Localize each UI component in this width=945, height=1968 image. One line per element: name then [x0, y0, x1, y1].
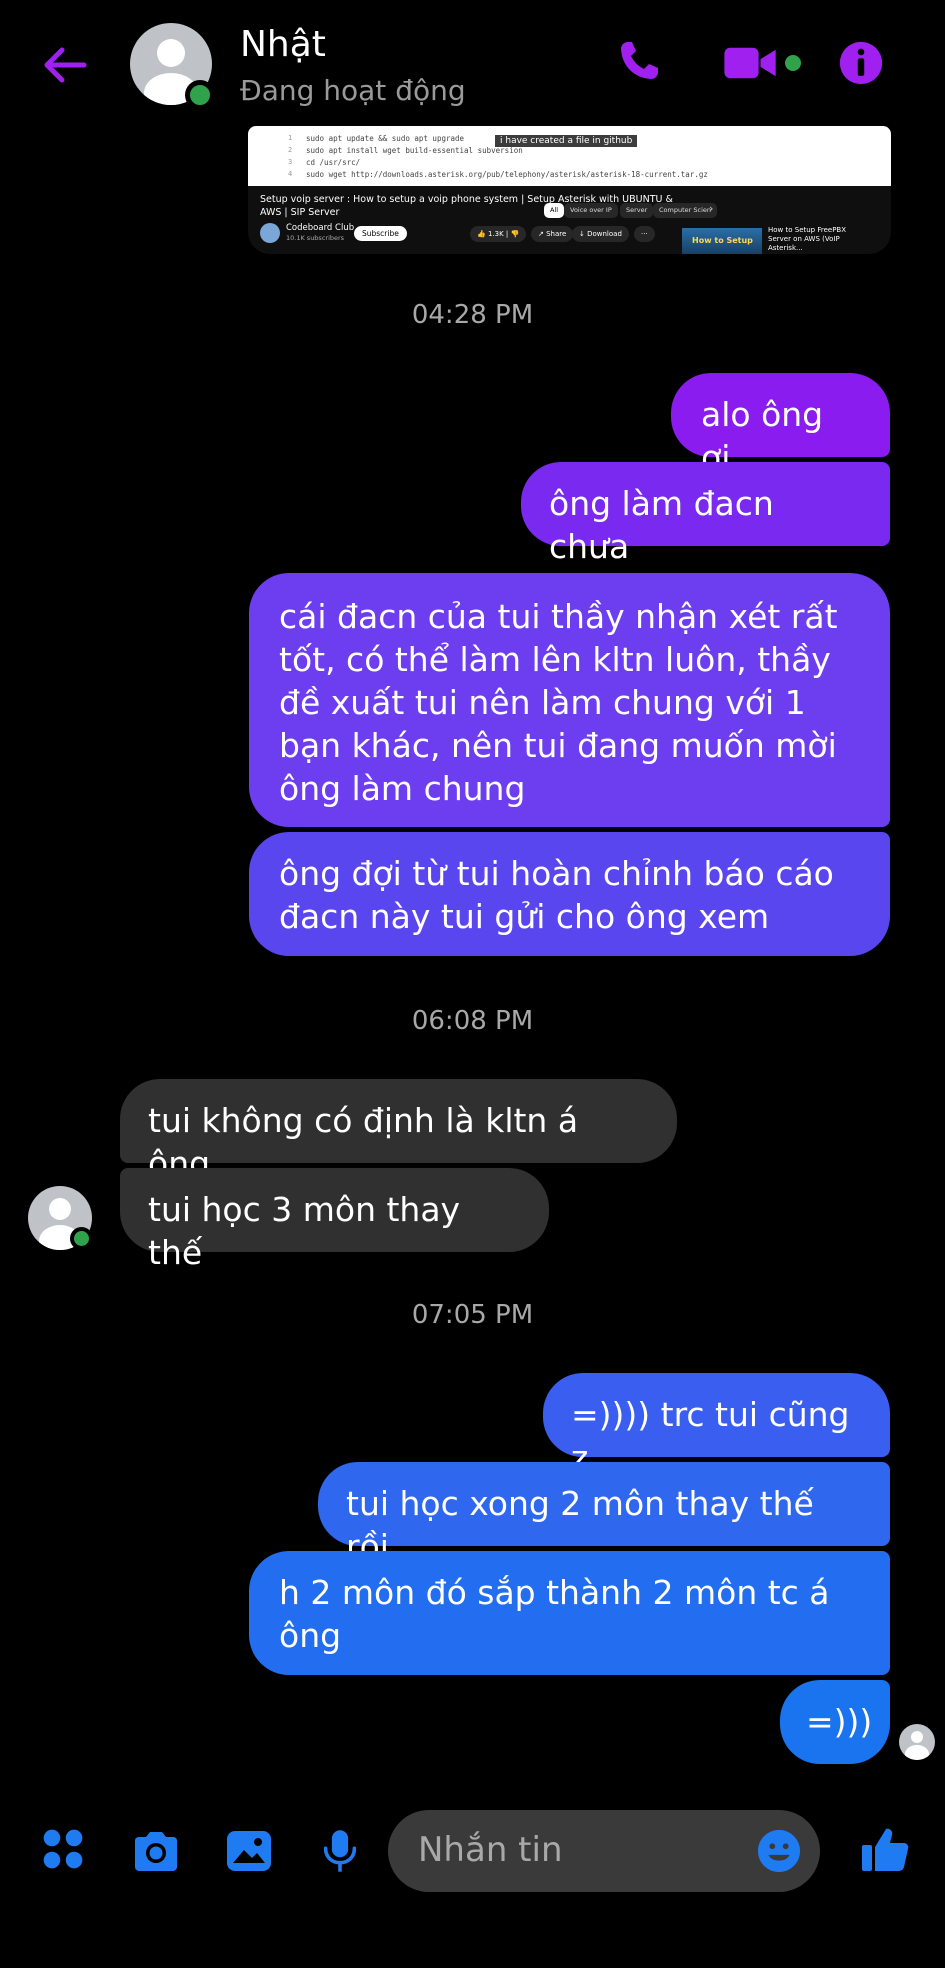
channel-name: Codeboard Club: [286, 223, 355, 233]
outgoing-message[interactable]: cái đacn của tui thầy nhận xét rất tốt, …: [249, 573, 890, 827]
online-indicator: [70, 1227, 93, 1250]
conversation-header: Nhật Đang hoạt động: [0, 0, 945, 130]
line-number: 2: [288, 146, 293, 154]
outgoing-message[interactable]: =)))) trc tui cũng z: [543, 1373, 890, 1477]
share-label: Share: [546, 230, 567, 238]
video-active-dot: [785, 55, 801, 71]
line-number: 4: [288, 170, 293, 178]
tag-chip: Server: [620, 203, 654, 218]
more-button: ···: [634, 226, 655, 242]
like-count-value: 1.3K: [487, 230, 504, 238]
subscriber-count: 10.1K subscribers: [286, 234, 345, 242]
message-input[interactable]: Nhắn tin: [388, 1810, 820, 1892]
phone-icon[interactable]: [614, 36, 664, 86]
video-caption-tooltip: i have created a file in github: [495, 135, 638, 147]
tag-chip: All: [544, 203, 565, 218]
share-button: ↗ Share: [531, 226, 574, 242]
timestamp: 07:05 PM: [411, 1300, 534, 1330]
info-icon[interactable]: [838, 40, 884, 86]
incoming-message[interactable]: tui học 3 môn thay thế: [120, 1168, 549, 1272]
outgoing-message[interactable]: tui học xong 2 môn thay thế rồi: [318, 1462, 890, 1566]
outgoing-message[interactable]: h 2 môn đó sắp thành 2 môn tc á ông: [249, 1551, 890, 1675]
chevron-right-icon: ›: [709, 202, 714, 215]
seen-avatar: [899, 1724, 935, 1760]
outgoing-message[interactable]: alo ông ơi: [671, 373, 890, 477]
related-video-title: How to Setup FreePBX Server on AWS (VoIP…: [768, 226, 847, 252]
emoji-icon[interactable]: [756, 1828, 802, 1874]
timestamp: 04:28 PM: [411, 300, 534, 330]
line-number: 1: [288, 134, 293, 142]
code-line: sudo wget http://downloads.asterisk.org/…: [306, 170, 708, 179]
subscribe-button: Subscribe: [354, 226, 407, 241]
code-line: sudo apt install wget build-essential su…: [306, 146, 523, 155]
back-arrow-icon[interactable]: [40, 40, 90, 90]
image-icon[interactable]: [225, 1829, 273, 1873]
incoming-message[interactable]: tui không có định là kltn á ông: [120, 1079, 677, 1183]
camera-icon[interactable]: [130, 1829, 182, 1873]
microphone-icon[interactable]: [322, 1826, 358, 1876]
contact-name[interactable]: Nhật: [240, 24, 326, 65]
download-label: Download: [587, 230, 622, 238]
related-video-thumbnail: How to Setup: [682, 228, 762, 254]
line-number: 3: [288, 158, 293, 166]
video-camera-icon[interactable]: [722, 44, 780, 82]
online-indicator: [185, 80, 215, 110]
outgoing-message[interactable]: ông đợi từ tui hoàn chỉnh báo cáo đacn n…: [249, 832, 890, 956]
code-line: sudo apt update && sudo apt upgrade: [306, 134, 465, 143]
tag-chip: Computer Scien: [653, 203, 718, 218]
outgoing-message[interactable]: =))): [780, 1680, 890, 1764]
message-input-placeholder: Nhắn tin: [418, 1830, 563, 1870]
code-line: cd /usr/src/: [306, 158, 361, 167]
like-count: 👍 1.3K | 👎: [470, 226, 527, 242]
presence-status: Đang hoạt động: [240, 74, 466, 107]
thumbnail-text: How to Setup: [692, 236, 753, 245]
download-button: ↓ Download: [572, 226, 629, 242]
apps-grid-icon[interactable]: [40, 1826, 86, 1872]
timestamp: 06:08 PM: [411, 1006, 534, 1036]
tag-chip: Voice over IP: [564, 203, 618, 218]
code-snippet: 1 2 3 4 sudo apt update && sudo apt upgr…: [248, 126, 891, 186]
shared-video-preview[interactable]: 1 2 3 4 sudo apt update && sudo apt upgr…: [248, 126, 891, 254]
channel-avatar: [260, 223, 280, 243]
outgoing-message[interactable]: ông làm đacn chưa: [521, 462, 890, 566]
thumbs-up-icon[interactable]: [860, 1825, 910, 1875]
